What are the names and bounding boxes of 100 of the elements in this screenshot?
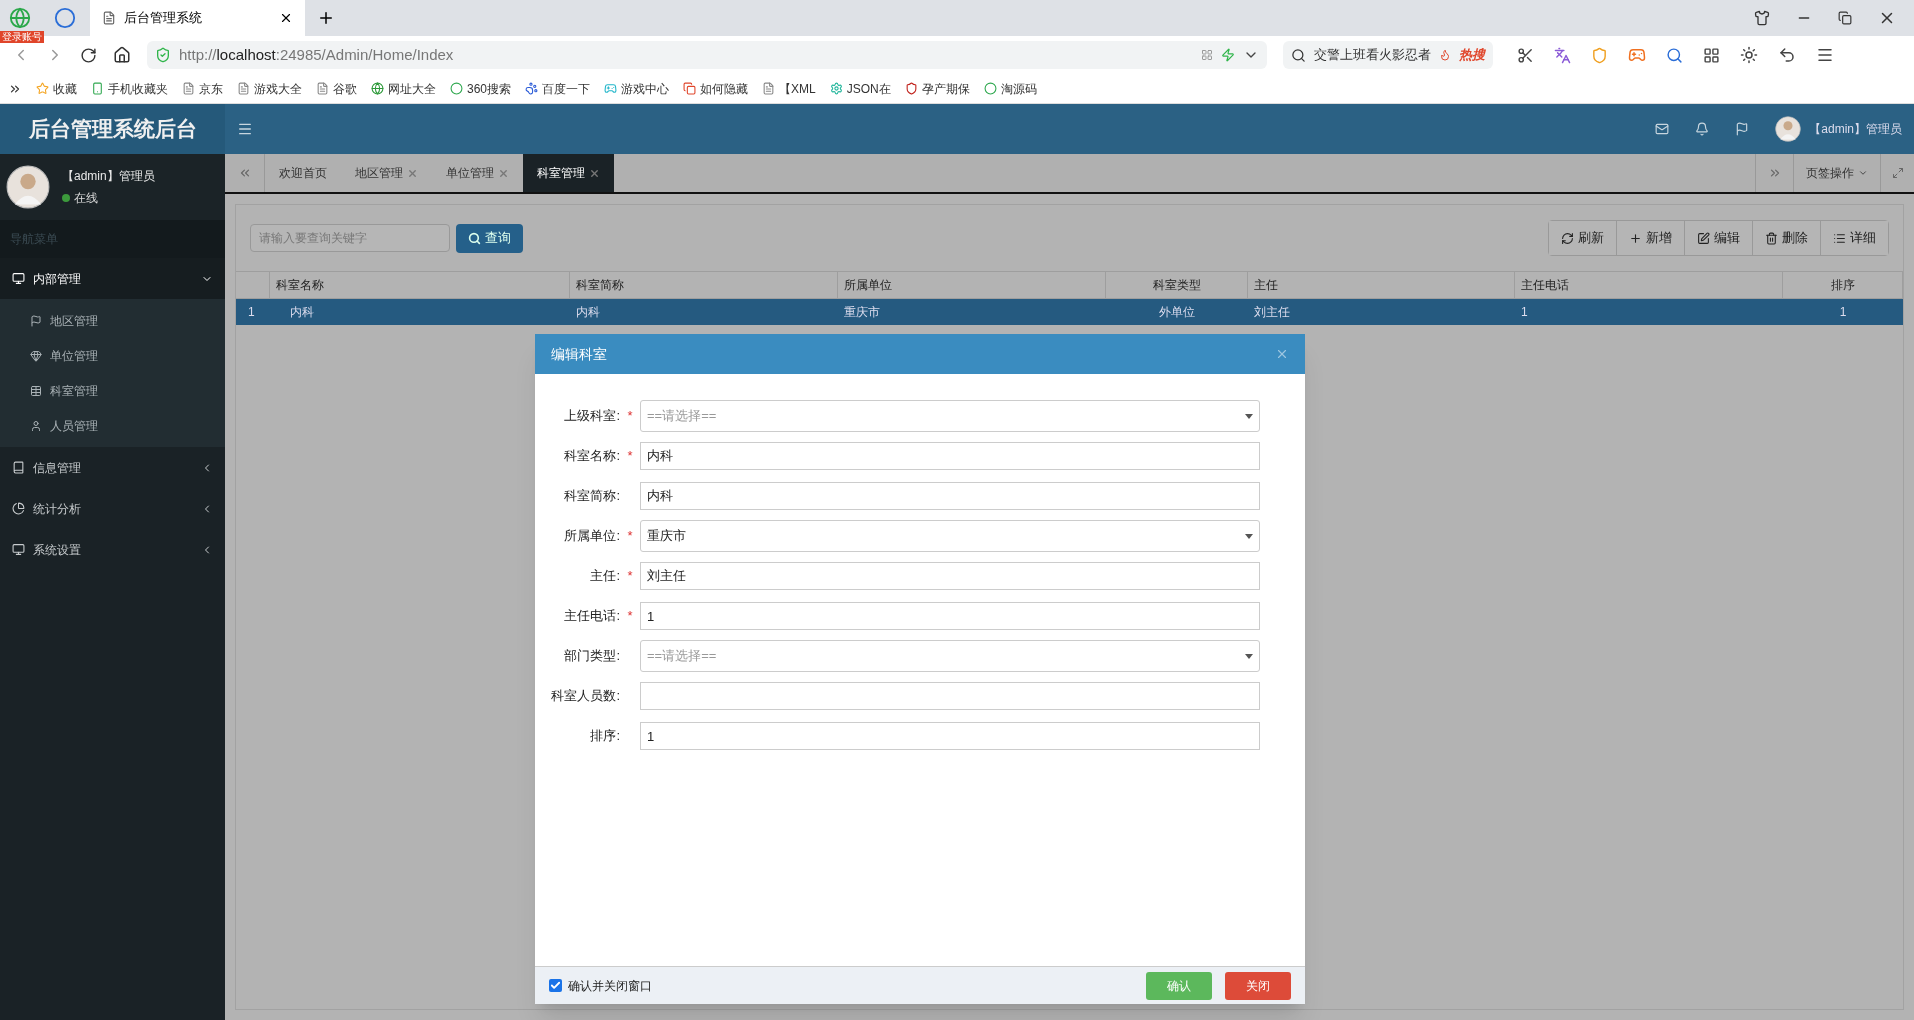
- game-icon[interactable]: [1628, 46, 1646, 64]
- menu-item[interactable]: 地区管理: [0, 303, 225, 338]
- scissors-icon[interactable]: [1517, 46, 1534, 64]
- dialog-title: 编辑科室: [551, 344, 608, 364]
- select-field[interactable]: 重庆市: [640, 520, 1260, 552]
- checkbox[interactable]: [549, 979, 562, 992]
- page-tab[interactable]: 地区管理: [341, 154, 432, 192]
- restore-icon[interactable]: [1838, 11, 1852, 25]
- paw-icon[interactable]: [525, 82, 539, 95]
- menu-icon[interactable]: [1816, 46, 1834, 64]
- bookmark[interactable]: 游戏大全: [254, 79, 302, 98]
- bookmark[interactable]: 京东: [199, 79, 223, 98]
- globe-icon[interactable]: [371, 82, 384, 95]
- ring-icon[interactable]: [983, 82, 997, 95]
- user-status: 在线: [62, 189, 155, 207]
- column-header[interactable]: 主任: [1248, 271, 1515, 299]
- brightness-icon[interactable]: [1740, 46, 1758, 64]
- column-header[interactable]: 科室类型: [1106, 271, 1248, 299]
- bookmark[interactable]: 孕产期保: [921, 79, 970, 98]
- checkbox-label[interactable]: 确认并关闭窗口: [568, 976, 1133, 995]
- column-header[interactable]: 排序: [1783, 271, 1903, 299]
- browser-tab[interactable]: 后台管理系统: [90, 0, 305, 36]
- text-field[interactable]: [640, 682, 1260, 710]
- text-field[interactable]: 内科: [640, 482, 1260, 510]
- gamepad-icon[interactable]: [604, 82, 618, 95]
- page-icon[interactable]: [237, 82, 250, 95]
- toolbar-button[interactable]: 刷新: [1549, 221, 1617, 255]
- close-tab-icon[interactable]: [279, 11, 293, 25]
- column-header[interactable]: 科室名称: [270, 271, 570, 299]
- search-field[interactable]: 请输入要查询关键字: [250, 224, 450, 252]
- close-button[interactable]: 关闭: [1225, 971, 1291, 1000]
- new-tab-icon[interactable]: [317, 9, 335, 27]
- page-tab[interactable]: 欢迎首页: [265, 154, 341, 192]
- monitor-icon: [12, 543, 25, 556]
- table-cell: 重庆市: [838, 299, 1106, 325]
- gear-icon[interactable]: [829, 82, 843, 95]
- search-button[interactable]: 查询: [456, 223, 523, 253]
- text-field[interactable]: 内科: [640, 442, 1260, 470]
- search-box[interactable]: 交警上班看火影忍者 热搜: [1283, 41, 1493, 69]
- page-icon[interactable]: [316, 82, 329, 95]
- home-icon[interactable]: [113, 46, 131, 64]
- apps-icon[interactable]: [1703, 46, 1720, 64]
- bookmark[interactable]: 收藏: [53, 79, 77, 98]
- row-number: 1: [236, 299, 270, 325]
- page-tab[interactable]: 单位管理: [432, 154, 523, 192]
- gem-icon: [30, 349, 42, 362]
- page-icon[interactable]: [762, 82, 776, 95]
- column-header[interactable]: 主任电话: [1515, 271, 1783, 299]
- bookmark[interactable]: 网址大全: [388, 79, 436, 98]
- header-user-name[interactable]: 【admin】管理员: [1809, 120, 1902, 138]
- menu-item[interactable]: 科室管理: [0, 373, 225, 408]
- address-bar[interactable]: http://localhost:24985/Admin/Home/Index: [147, 41, 1267, 69]
- bookmark[interactable]: 手机收藏夹: [108, 79, 168, 98]
- copy-icon[interactable]: [683, 82, 697, 95]
- bookmark[interactable]: 如何隐藏: [700, 79, 749, 98]
- notification-icon[interactable]: [1695, 122, 1710, 136]
- page-icon[interactable]: [182, 82, 195, 95]
- reload-icon[interactable]: [80, 46, 97, 64]
- ring-icon[interactable]: [450, 82, 463, 95]
- phone-icon[interactable]: [91, 82, 104, 95]
- text-field[interactable]: 1: [640, 722, 1260, 750]
- column-header[interactable]: 科室简称: [570, 271, 838, 299]
- bookmark[interactable]: 游戏中心: [621, 79, 670, 98]
- tab-actions-menu[interactable]: 页签操作: [1793, 154, 1880, 192]
- bookmark[interactable]: 360搜索: [467, 79, 512, 98]
- avatar-icon: [1775, 116, 1802, 142]
- shield-icon[interactable]: [904, 82, 918, 95]
- star-icon[interactable]: [36, 82, 49, 95]
- undo-icon[interactable]: [1778, 46, 1796, 64]
- browser-logo-icon[interactable]: [9, 7, 31, 29]
- bookmark[interactable]: 百度一下: [542, 79, 591, 98]
- text-field[interactable]: 刘主任: [640, 562, 1260, 590]
- menu-group[interactable]: 内部管理: [0, 258, 225, 299]
- search-icon[interactable]: [1666, 46, 1683, 64]
- flag-icon[interactable]: [1735, 122, 1750, 136]
- table-cell: 刘主任: [1248, 299, 1515, 325]
- field-label: 部门类型:: [563, 647, 620, 666]
- app-title: 后台管理系统后台: [28, 116, 197, 143]
- bookmark[interactable]: 淘源码: [1000, 79, 1037, 98]
- skin-icon[interactable]: [1754, 10, 1770, 26]
- menu-toggle-icon[interactable]: [237, 121, 253, 137]
- mail-icon[interactable]: [1655, 122, 1670, 136]
- field-label: 科室名称:: [563, 447, 620, 466]
- list-icon: [1833, 231, 1846, 245]
- field-label: 科室人员数:: [550, 687, 620, 706]
- bookmark[interactable]: JSON在: [846, 79, 891, 98]
- table-cell: 外单位: [1106, 299, 1248, 325]
- translate-icon[interactable]: [1554, 46, 1571, 64]
- text-field[interactable]: 1: [640, 602, 1260, 630]
- page-tab[interactable]: 科室管理: [523, 154, 614, 192]
- menu-item[interactable]: 人员管理: [0, 408, 225, 443]
- fullscreen-icon[interactable]: [1891, 167, 1904, 179]
- column-header[interactable]: 所属单位: [838, 271, 1106, 299]
- lightning-icon[interactable]: [1221, 48, 1235, 62]
- qr-icon[interactable]: [1201, 49, 1213, 61]
- caret-icon: [1245, 653, 1253, 659]
- menu-item[interactable]: 单位管理: [0, 338, 225, 373]
- bookmark[interactable]: 谷歌: [333, 79, 357, 98]
- bookmark[interactable]: 【XML: [779, 79, 816, 98]
- login-badge[interactable]: 登录账号: [0, 31, 44, 43]
